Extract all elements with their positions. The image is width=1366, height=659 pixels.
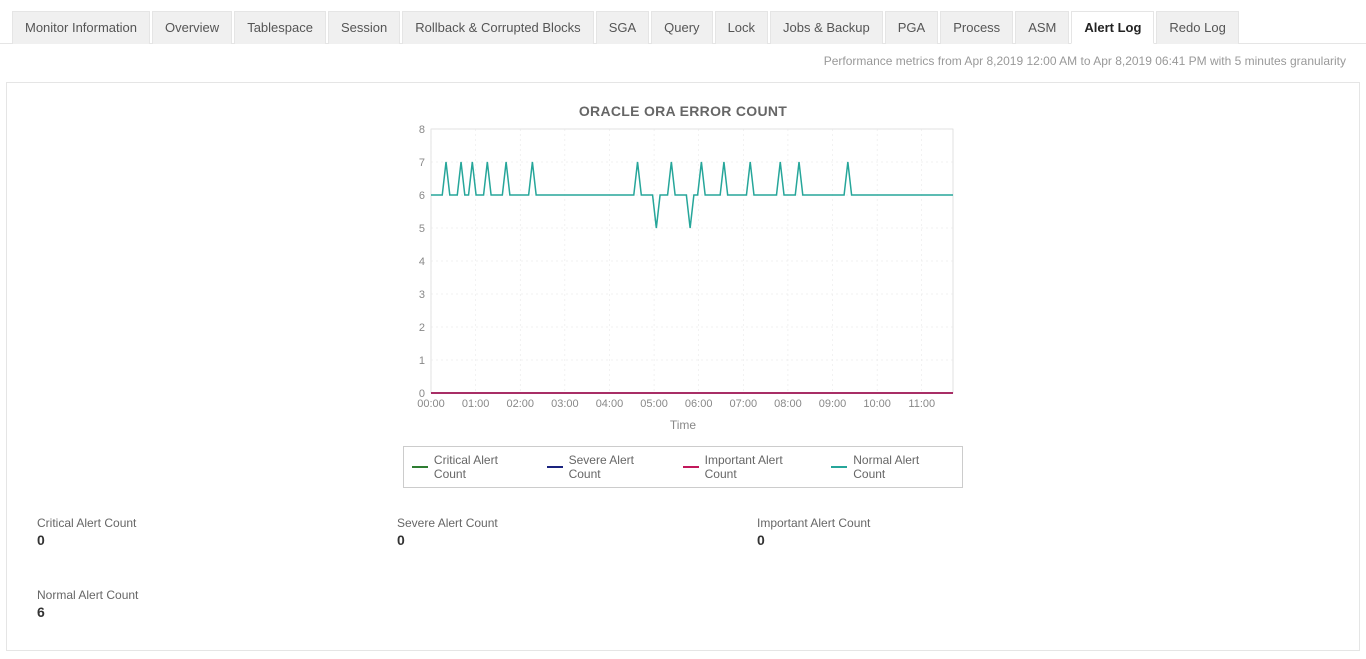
legend-label: Critical Alert Count (434, 453, 533, 481)
svg-text:05:00: 05:00 (640, 398, 668, 410)
normal-count-label: Normal Alert Count (37, 588, 1329, 602)
svg-text:8: 8 (419, 124, 425, 136)
critical-count-block: Critical Alert Count 0 (37, 516, 197, 548)
svg-text:06:00: 06:00 (685, 398, 713, 410)
legend-swatch-icon (412, 466, 428, 468)
normal-count-block: Normal Alert Count 6 (37, 588, 1329, 620)
severe-count-value: 0 (397, 532, 557, 548)
svg-text:03:00: 03:00 (551, 398, 579, 410)
svg-text:02:00: 02:00 (506, 398, 534, 410)
tab-monitor-information[interactable]: Monitor Information (12, 11, 150, 44)
svg-text:6: 6 (419, 190, 425, 202)
tab-session[interactable]: Session (328, 11, 400, 44)
svg-text:2: 2 (419, 322, 425, 334)
legend-item[interactable]: Normal Alert Count (831, 453, 954, 481)
tab-lock[interactable]: Lock (715, 11, 768, 44)
tab-bar: Monitor InformationOverviewTablespaceSes… (0, 0, 1366, 44)
chart-legend: Critical Alert Count Severe Alert Count Im… (403, 446, 963, 488)
svg-text:07:00: 07:00 (730, 398, 758, 410)
metrics-range-label: Performance metrics from Apr 8,2019 12:0… (0, 44, 1366, 74)
tab-alert-log[interactable]: Alert Log (1071, 11, 1154, 44)
legend-item[interactable]: Critical Alert Count (412, 453, 533, 481)
chart-container: ORACLE ORA ERROR COUNT 01234567800:0001:… (403, 103, 963, 488)
important-count-value: 0 (757, 532, 917, 548)
tab-redo-log[interactable]: Redo Log (1156, 11, 1238, 44)
legend-item[interactable]: Important Alert Count (683, 453, 818, 481)
svg-text:01:00: 01:00 (462, 398, 490, 410)
tab-overview[interactable]: Overview (152, 11, 232, 44)
svg-text:10:00: 10:00 (863, 398, 891, 410)
svg-text:5: 5 (419, 223, 425, 235)
alert-log-panel: ORACLE ORA ERROR COUNT 0 1 2 3 4 5 6 7 8 00:00 01:… (6, 82, 1360, 651)
legend-label: Important Alert Count (705, 453, 818, 481)
tab-tablespace[interactable]: Tablespace (234, 11, 326, 44)
critical-count-label: Critical Alert Count (37, 516, 197, 530)
tab-jobs-backup[interactable]: Jobs & Backup (770, 11, 883, 44)
critical-count-value: 0 (37, 532, 197, 548)
tab-sga[interactable]: SGA (596, 11, 649, 44)
legend-swatch-icon (547, 466, 563, 468)
severe-count-label: Severe Alert Count (397, 516, 557, 530)
legend-item[interactable]: Severe Alert Count (547, 453, 669, 481)
tab-pga[interactable]: PGA (885, 11, 938, 44)
svg-text:7: 7 (419, 157, 425, 169)
summary-counts: Critical Alert Count 0 Severe Alert Coun… (37, 516, 1329, 620)
x-axis-label: Time (403, 418, 963, 432)
legend-label: Normal Alert Count (853, 453, 954, 481)
normal-count-value: 6 (37, 604, 1329, 620)
svg-text:3: 3 (419, 289, 425, 301)
line-chart: 01234567800:0001:0002:0003:0004:0005:000… (403, 123, 963, 413)
severe-count-block: Severe Alert Count 0 (397, 516, 557, 548)
svg-text:08:00: 08:00 (774, 398, 802, 410)
svg-text:04:00: 04:00 (596, 398, 624, 410)
legend-swatch-icon (683, 466, 699, 468)
svg-text:1: 1 (419, 355, 425, 367)
important-count-block: Important Alert Count 0 (757, 516, 917, 548)
svg-text:11:00: 11:00 (908, 398, 935, 410)
tab-query[interactable]: Query (651, 11, 712, 44)
svg-text:09:00: 09:00 (819, 398, 847, 410)
chart-title: ORACLE ORA ERROR COUNT (403, 103, 963, 119)
important-count-label: Important Alert Count (757, 516, 917, 530)
tab-asm[interactable]: ASM (1015, 11, 1069, 44)
legend-swatch-icon (831, 466, 847, 468)
legend-label: Severe Alert Count (569, 453, 669, 481)
tab-rollback-corrupted-blocks[interactable]: Rollback & Corrupted Blocks (402, 11, 593, 44)
svg-text:00:00: 00:00 (417, 398, 445, 410)
svg-text:4: 4 (419, 256, 425, 268)
tab-process[interactable]: Process (940, 11, 1013, 44)
